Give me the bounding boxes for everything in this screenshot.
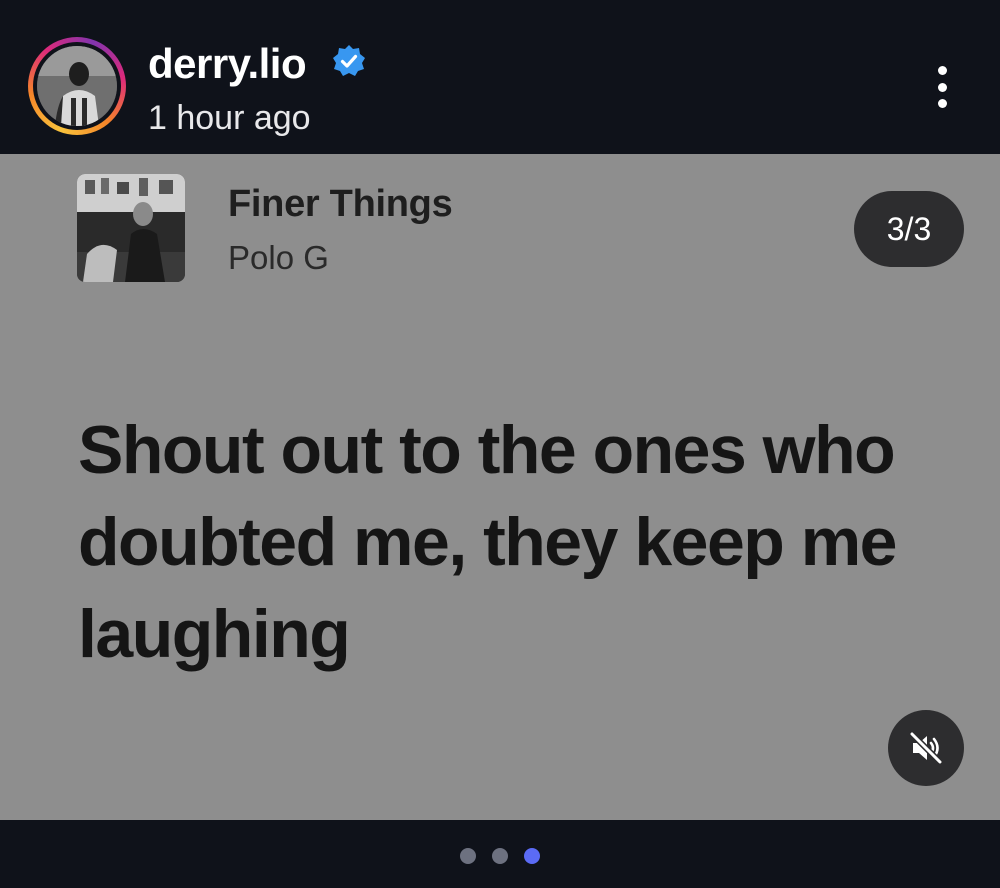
- album-art: [77, 174, 185, 282]
- more-vertical-icon: [937, 66, 947, 75]
- avatar-image: [37, 46, 117, 126]
- story-post: derry.lio 1 hour ago Finer Things Polo G…: [0, 0, 1000, 888]
- lyrics-card[interactable]: Finer Things Polo G 3/3 Shout out to the…: [0, 154, 1000, 820]
- post-timestamp: 1 hour ago: [148, 99, 311, 137]
- username[interactable]: derry.lio: [148, 40, 307, 88]
- carousel-dot[interactable]: [492, 848, 508, 864]
- mute-button[interactable]: [888, 710, 964, 786]
- song-title[interactable]: Finer Things: [228, 182, 453, 226]
- post-header: derry.lio 1 hour ago: [0, 0, 1000, 154]
- lyrics-text: Shout out to the ones who doubted me, th…: [78, 412, 897, 672]
- avatar-photo: [37, 46, 117, 126]
- verified-badge-icon: [333, 45, 365, 76]
- carousel-dot[interactable]: [460, 848, 476, 864]
- more-vertical-icon-dot: [937, 99, 947, 108]
- avatar[interactable]: [28, 37, 126, 135]
- carousel-pager: [0, 820, 1000, 888]
- album-cover-image: [77, 174, 185, 282]
- volume-muted-icon: [909, 731, 943, 765]
- more-options-button[interactable]: [922, 62, 962, 112]
- page-indicator-badge: 3/3: [854, 191, 964, 267]
- carousel-dots: [460, 848, 540, 864]
- more-vertical-icon-dot: [937, 82, 947, 92]
- carousel-dot[interactable]: [524, 848, 540, 864]
- song-artist[interactable]: Polo G: [228, 238, 329, 278]
